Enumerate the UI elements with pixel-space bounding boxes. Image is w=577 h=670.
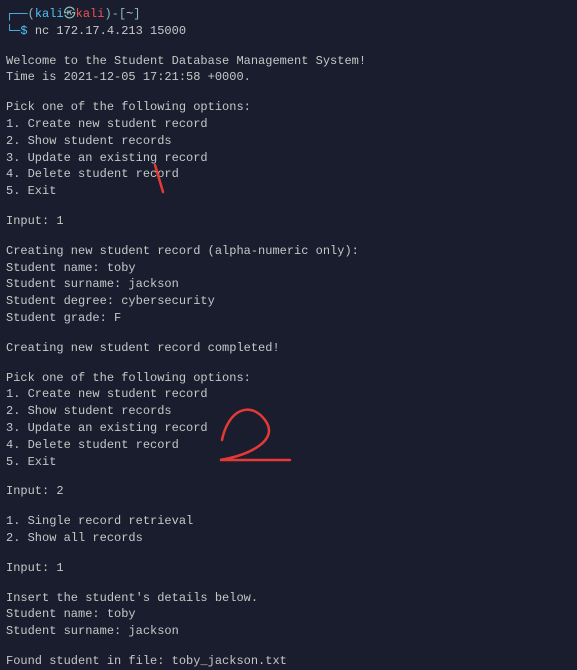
output-line: 1. Single record retrieval: [6, 513, 571, 530]
output-line: 4. Delete student record: [6, 166, 571, 183]
output-line: Insert the student's details below.: [6, 590, 571, 607]
output-line: Input: 1: [6, 213, 571, 230]
output-line: 4. Delete student record: [6, 437, 571, 454]
output-line: Student surname: jackson: [6, 276, 571, 293]
output-line: 2. Show student records: [6, 133, 571, 150]
output-line: 5. Exit: [6, 454, 571, 471]
output-line: Student grade: F: [6, 310, 571, 327]
output-line: 1. Create new student record: [6, 386, 571, 403]
paren-close: ): [104, 7, 111, 21]
output-line: Student name: toby: [6, 260, 571, 277]
output-line: [6, 230, 571, 243]
bracket-open: -[: [112, 7, 126, 21]
output-line: 3. Update an existing record: [6, 420, 571, 437]
prompt-corner-top: ┌──: [6, 7, 28, 21]
output-line: [6, 547, 571, 560]
prompt-host: kali: [76, 7, 105, 21]
output-line: Input: 2: [6, 483, 571, 500]
output-line: 3. Update an existing record: [6, 150, 571, 167]
output-line: 5. Exit: [6, 183, 571, 200]
output-line: [6, 640, 571, 653]
shell-prompt: ┌──(kali㉿kali)-[~]: [6, 6, 571, 23]
output-line: [6, 577, 571, 590]
output-line: 2. Show student records: [6, 403, 571, 420]
output-line: Student surname: jackson: [6, 623, 571, 640]
output-line: Creating new student record completed!: [6, 340, 571, 357]
output-line: [6, 327, 571, 340]
prompt-dollar: $: [20, 24, 27, 38]
output-line: 1. Create new student record: [6, 116, 571, 133]
output-line: Pick one of the following options:: [6, 99, 571, 116]
paren-open: (: [28, 7, 35, 21]
output-line: [6, 470, 571, 483]
output-line: [6, 86, 571, 99]
output-line: Pick one of the following options:: [6, 370, 571, 387]
bracket-close: ]: [133, 7, 140, 21]
shell-command-line[interactable]: └─$ nc 172.17.4.213 15000: [6, 23, 571, 40]
output-line: [6, 200, 571, 213]
output-line: Time is 2021-12-05 17:21:58 +0000.: [6, 69, 571, 86]
output-line: Input: 1: [6, 560, 571, 577]
command-text: nc 172.17.4.213 15000: [35, 24, 186, 38]
output-line: Creating new student record (alpha-numer…: [6, 243, 571, 260]
output-line: Welcome to the Student Database Manageme…: [6, 53, 571, 70]
output-line: Found student in file: toby_jackson.txt: [6, 653, 571, 670]
prompt-corner-bottom: └─: [6, 24, 20, 38]
output-line: [6, 500, 571, 513]
output-line: 2. Show all records: [6, 530, 571, 547]
prompt-user: kali: [35, 7, 64, 21]
output-line: [6, 357, 571, 370]
prompt-at: ㉿: [64, 7, 76, 21]
terminal-output[interactable]: Welcome to the Student Database Manageme…: [6, 40, 571, 670]
output-line: Student degree: cybersecurity: [6, 293, 571, 310]
output-line: [6, 40, 571, 53]
output-line: Student name: toby: [6, 606, 571, 623]
